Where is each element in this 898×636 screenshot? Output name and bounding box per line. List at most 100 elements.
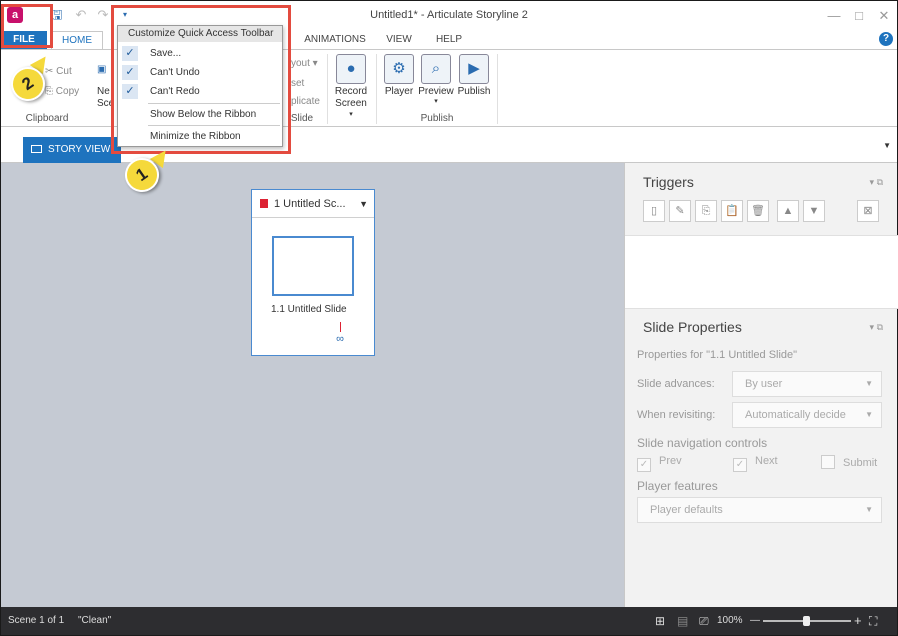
- edit-trigger-icon[interactable]: ✎: [669, 200, 691, 222]
- prev-label: Prev: [659, 455, 682, 467]
- move-down-icon[interactable]: ▼: [803, 200, 825, 222]
- zoom-level: 100%: [717, 615, 743, 626]
- publish-group-label: Publish: [420, 113, 454, 124]
- zoom-slider-handle[interactable]: [803, 616, 810, 626]
- slide-thumbnail[interactable]: [272, 236, 354, 296]
- clipboard-group-label: Clipboard: [25, 113, 69, 124]
- preview-magnifier-icon: ⌕: [421, 54, 451, 84]
- slide-label: 1.1 Untitled Slide: [271, 304, 347, 315]
- triggers-title: Triggers: [643, 174, 694, 190]
- close-button[interactable]: ✕: [874, 7, 894, 25]
- callout-box-file: [1, 4, 53, 48]
- link-icon: ∞: [334, 322, 346, 345]
- help-icon[interactable]: ?: [879, 32, 893, 46]
- chevron-down-icon: ▼: [865, 505, 873, 514]
- tab-view[interactable]: VIEW: [379, 31, 419, 49]
- right-panel: Triggers ▾ ⧉ ▯ ✎ ⎘ 📋 🗑 ▲ ▼ ⊠ Slide Prope…: [624, 163, 898, 607]
- publish-play-icon: ▶: [459, 54, 489, 84]
- record-screen-label: Record Screen: [334, 86, 368, 109]
- ribbon-divider: [376, 54, 377, 124]
- reset-button[interactable]: set: [291, 78, 304, 89]
- submit-checkbox[interactable]: Submit: [821, 455, 877, 469]
- copy-trigger-icon[interactable]: ⎘: [695, 200, 717, 222]
- preview-button[interactable]: ⌕ Preview ▾: [416, 54, 456, 105]
- layout-label: yout: [291, 58, 310, 69]
- check-icon: ✓: [733, 458, 747, 472]
- start-flag-icon: [260, 199, 268, 208]
- fit-view-icon[interactable]: ⎚: [699, 607, 709, 635]
- player-features-label: Player features: [637, 479, 718, 493]
- tab-help[interactable]: HELP: [429, 31, 469, 49]
- next-label: Next: [755, 455, 778, 467]
- properties-for-label: Properties for "1.1 Untitled Slide": [637, 349, 798, 361]
- publish-label: Publish: [457, 86, 491, 97]
- scene-card[interactable]: 1 Untitled Sc... ▼ 1.1 Untitled Slide ∞: [251, 189, 375, 356]
- player-settings-icon: ⚙: [384, 54, 414, 84]
- chevron-down-icon: ▾: [349, 111, 353, 118]
- when-revisiting-label: When revisiting:: [637, 409, 716, 421]
- next-checkbox[interactable]: ✓ Next: [733, 455, 778, 472]
- check-icon: ✓: [637, 458, 651, 472]
- player-features-select[interactable]: Player defaults ▼: [637, 497, 882, 523]
- cut-label: Cut: [56, 66, 72, 77]
- panel-options-icon[interactable]: ▾ ⧉: [870, 177, 883, 188]
- chevron-down-icon: ▾: [434, 98, 438, 105]
- triggers-list[interactable]: [625, 235, 898, 309]
- prev-checkbox[interactable]: ✓ Prev: [637, 455, 682, 472]
- slide-properties-title: Slide Properties: [643, 319, 742, 335]
- paste-trigger-icon[interactable]: 📋: [721, 200, 743, 222]
- chevron-down-icon: ▼: [865, 379, 873, 388]
- player-defaults-value: Player defaults: [650, 504, 723, 516]
- zoom-in-button[interactable]: +: [854, 607, 862, 635]
- slide-advances-select[interactable]: By user ▼: [732, 371, 882, 397]
- slide-advances-label: Slide advances:: [637, 378, 715, 390]
- trigger-variables-icon[interactable]: ⊠: [857, 200, 879, 222]
- copy-button[interactable]: ⎘ Copy: [45, 86, 79, 97]
- theme-name: "Clean": [78, 615, 112, 626]
- scene-info: Scene 1 of 1: [8, 615, 65, 626]
- ribbon-divider: [327, 54, 328, 124]
- zoom-slider[interactable]: [763, 616, 851, 626]
- maximize-button[interactable]: □: [849, 7, 869, 25]
- new-trigger-icon[interactable]: ▯: [643, 200, 665, 222]
- scene-header[interactable]: 1 Untitled Sc... ▼: [252, 190, 374, 218]
- record-screen-button[interactable]: ● Record Screen ▾: [331, 54, 371, 118]
- player-label: Player: [384, 86, 414, 97]
- submit-label: Submit: [843, 457, 878, 469]
- tab-story-view[interactable]: STORY VIEW: [23, 137, 121, 163]
- story-view-icon: [31, 145, 42, 154]
- status-bar: Scene 1 of 1 "Clean" ⊞ ▤ ⎚ 100% — + ⛶: [1, 607, 897, 635]
- slide-view-icon[interactable]: ▤: [677, 607, 688, 635]
- slide-group-label: Slide: [290, 113, 314, 124]
- view-dropdown-icon[interactable]: ▼: [883, 141, 891, 150]
- when-revisiting-select[interactable]: Automatically decide ▼: [732, 402, 882, 428]
- story-view-grid-icon[interactable]: ⊞: [655, 607, 665, 635]
- player-button[interactable]: ⚙ Player: [381, 54, 417, 97]
- new-scene-icon[interactable]: ▣: [97, 64, 106, 75]
- when-revisiting-value: Automatically decide: [745, 409, 846, 421]
- panel-options-icon[interactable]: ▾ ⧉: [870, 322, 883, 333]
- cut-button[interactable]: ✂ Cut: [45, 66, 72, 77]
- move-up-icon[interactable]: ▲: [777, 200, 799, 222]
- copy-label: Copy: [55, 86, 80, 97]
- preview-label: Preview: [418, 86, 454, 97]
- nav-controls-label: Slide navigation controls: [637, 436, 768, 450]
- minimize-button[interactable]: —: [824, 7, 844, 25]
- tab-home[interactable]: HOME: [51, 31, 103, 50]
- chevron-down-icon[interactable]: ▼: [359, 190, 368, 218]
- tab-animations[interactable]: ANIMATIONS: [297, 31, 373, 49]
- fit-to-window-icon[interactable]: ⛶: [869, 607, 877, 635]
- story-view-label: STORY VIEW: [48, 144, 111, 155]
- layout-button[interactable]: yout ▾: [291, 58, 318, 69]
- publish-button[interactable]: ▶ Publish: [455, 54, 493, 97]
- story-canvas[interactable]: 1 Untitled Sc... ▼ 1.1 Untitled Slide ∞: [1, 163, 624, 607]
- record-screen-icon: ●: [336, 54, 366, 84]
- callout-box-qat: [111, 5, 291, 154]
- ribbon-divider: [497, 54, 498, 124]
- scene-title: 1 Untitled Sc...: [274, 198, 346, 210]
- chevron-down-icon: ▼: [865, 410, 873, 419]
- delete-trigger-icon[interactable]: 🗑: [747, 200, 769, 222]
- duplicate-button[interactable]: plicate: [291, 96, 320, 107]
- slide-advances-value: By user: [745, 378, 783, 390]
- zoom-out-button[interactable]: —: [750, 607, 760, 635]
